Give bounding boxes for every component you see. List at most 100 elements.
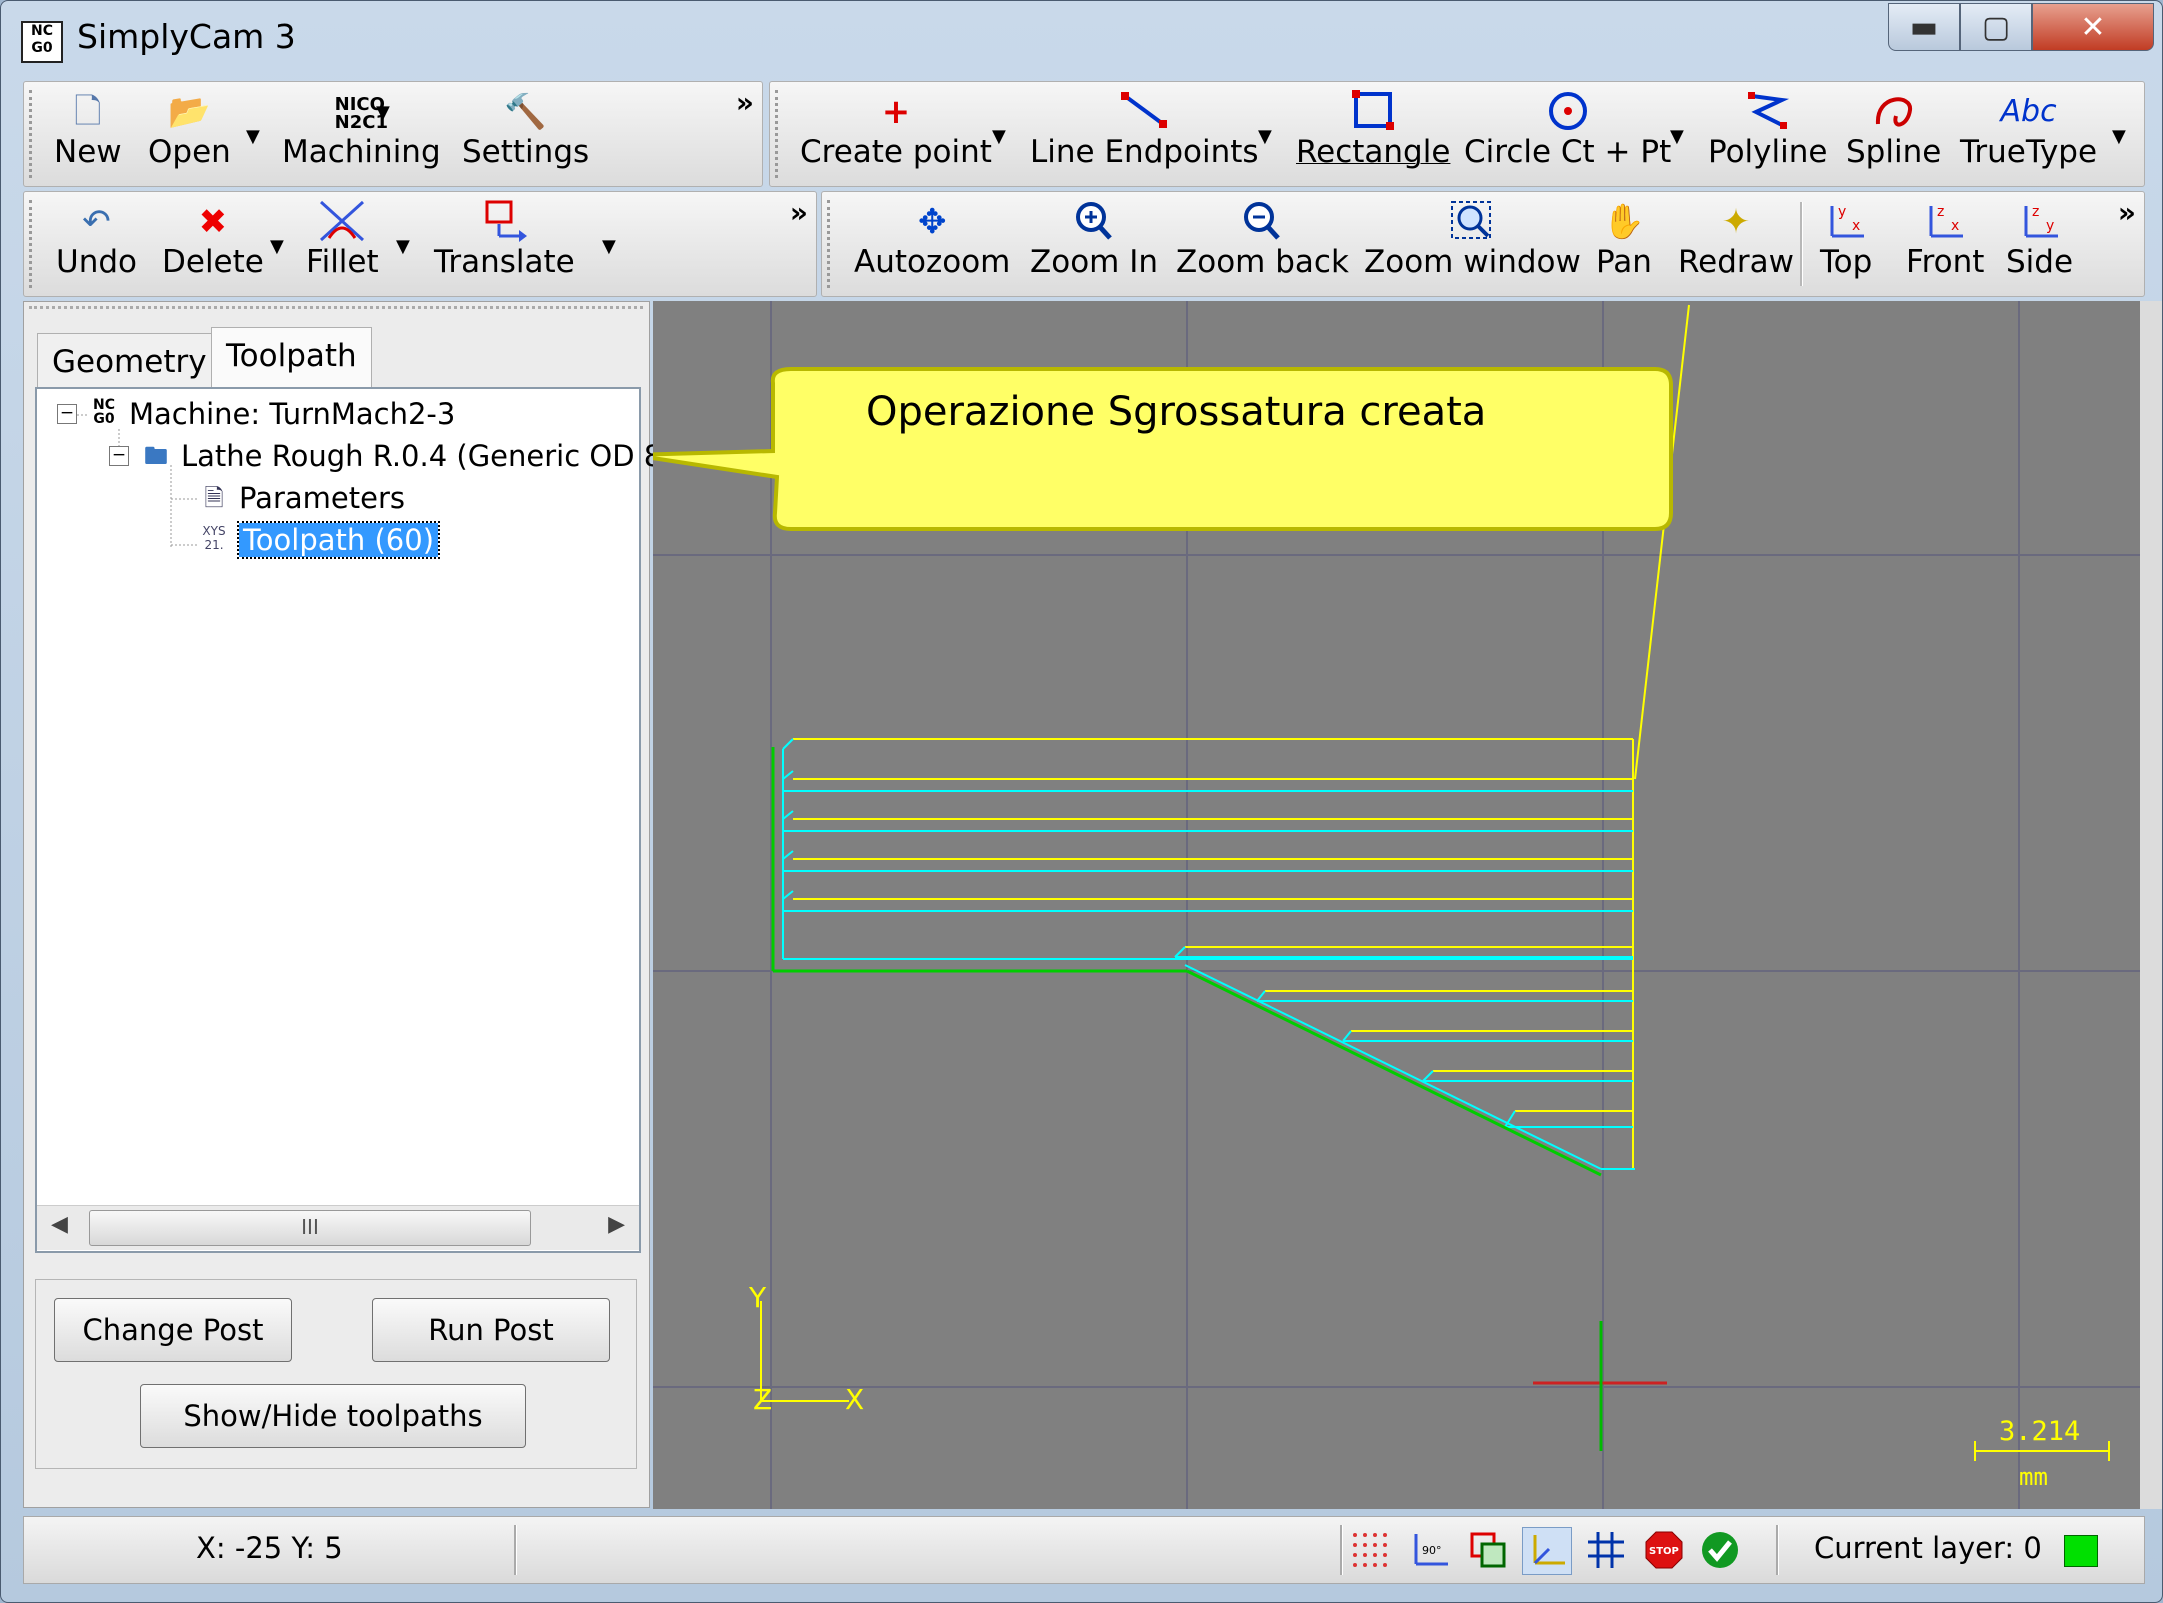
- redraw-button[interactable]: ✦ Redraw: [1678, 200, 1794, 280]
- stop-icon[interactable]: STOP: [1640, 1527, 1688, 1573]
- close-button[interactable]: ✕: [2032, 3, 2154, 51]
- layer-color-swatch[interactable]: [2064, 1535, 2098, 1567]
- side-view-axes-icon: zy: [2018, 200, 2062, 244]
- circle-dropdown-arrow[interactable]: ▼: [1670, 126, 1684, 147]
- open-button[interactable]: 📂 Open: [148, 90, 231, 170]
- scroll-right-icon[interactable]: ▶: [608, 1212, 625, 1237]
- callout-message: Operazione Sgrossatura creata: [866, 389, 1487, 435]
- toolbar-grip[interactable]: [29, 90, 37, 178]
- fillet-dropdown-arrow[interactable]: ▼: [396, 236, 410, 257]
- minimize-button[interactable]: ▬: [1888, 3, 1960, 51]
- cursor-coordinates: X: -25 Y: 5: [196, 1531, 343, 1565]
- autozoom-button[interactable]: ✥ Autozoom: [854, 200, 1010, 280]
- ortho-angle-icon[interactable]: 90°: [1406, 1527, 1454, 1573]
- zoom-in-button[interactable]: Zoom In: [1030, 200, 1158, 280]
- delete-button[interactable]: ✖ Delete: [162, 200, 264, 280]
- hand-icon: ✋: [1602, 202, 1646, 242]
- create-point-button[interactable]: + Create point: [800, 90, 992, 170]
- toolbar-grip[interactable]: [29, 200, 37, 288]
- svg-text:x: x: [1852, 218, 1860, 234]
- show-hide-toolpaths-button[interactable]: Show/Hide toolpaths: [140, 1384, 526, 1448]
- settings-button[interactable]: 🔨 Settings: [462, 90, 589, 170]
- toolpath-tree[interactable]: − NC G0 Machine: TurnMach2-3 − 🖿 Lathe Ro…: [35, 387, 662, 1253]
- machining-button[interactable]: NICO N2C1 Machining: [282, 90, 441, 171]
- delete-dropdown-arrow[interactable]: ▼: [270, 236, 284, 257]
- translate-button[interactable]: Translate: [434, 200, 575, 280]
- check-ok-icon[interactable]: [1696, 1527, 1744, 1573]
- spline-button[interactable]: Spline: [1846, 90, 1941, 170]
- grid-icon[interactable]: [1582, 1527, 1630, 1573]
- delete-x-icon: ✖: [198, 202, 228, 242]
- collapse-icon[interactable]: −: [109, 446, 129, 466]
- post-buttons-panel: Change Post Run Post Show/Hide toolpaths: [35, 1279, 637, 1469]
- tree-horizontal-scrollbar[interactable]: ◀ III ▶: [37, 1205, 639, 1250]
- machine-icon: NC G0: [93, 397, 115, 427]
- title-bar[interactable]: NC G0 SimplyCam 3 ▬ ▢ ✕: [1, 1, 2162, 75]
- line-dropdown-arrow[interactable]: ▼: [1258, 126, 1272, 147]
- toolbar-overflow-button[interactable]: »: [736, 86, 754, 119]
- zoom-window-icon: [1450, 200, 1494, 244]
- new-button[interactable]: 🗋 New: [54, 90, 122, 170]
- file-toolbar: » 🗋 New 📂 Open ▼ NICO N2C1 Machining ▼ 🔨 …: [23, 81, 763, 187]
- layers-icon[interactable]: [1464, 1527, 1512, 1573]
- fillet-button[interactable]: Fillet: [306, 200, 379, 280]
- viewport-canvas: [653, 301, 2140, 1509]
- current-layer-label: Current layer: 0: [1814, 1531, 2042, 1565]
- translate-dropdown-arrow[interactable]: ▼: [602, 236, 616, 257]
- main-window: NC G0 SimplyCam 3 ▬ ▢ ✕ » 🗋 New 📂 Open ▼ …: [0, 0, 2163, 1603]
- maximize-button[interactable]: ▢: [1960, 3, 2032, 51]
- circle-button[interactable]: Circle Ct + Pt: [1464, 90, 1671, 170]
- zoom-back-button[interactable]: Zoom back: [1176, 200, 1349, 280]
- draw-toolbar: + Create point ▼ Line Endpoints ▼ Rectan…: [769, 81, 2145, 187]
- tree-node-parameters[interactable]: 🗎 Parameters: [197, 481, 405, 515]
- fillet-icon: [319, 200, 365, 244]
- scroll-left-icon[interactable]: ◀: [51, 1212, 68, 1237]
- scale-unit: mm: [2019, 1463, 2048, 1491]
- maximize-icon: ▢: [1981, 9, 2011, 45]
- close-icon: ✕: [2080, 9, 2106, 45]
- axes-toggle-icon[interactable]: [1522, 1527, 1572, 1575]
- rectangle-button[interactable]: Rectangle: [1296, 90, 1450, 170]
- svg-text:y: y: [1838, 204, 1846, 220]
- change-post-button[interactable]: Change Post: [54, 1298, 292, 1362]
- front-view-axes-icon: zx: [1923, 200, 1967, 244]
- svg-text:90°: 90°: [1422, 1544, 1442, 1557]
- polyline-icon: [1746, 90, 1790, 134]
- top-view-button[interactable]: yx Top: [1820, 200, 1872, 280]
- line-endpoints-button[interactable]: Line Endpoints: [1030, 90, 1259, 170]
- toolbar-overflow-button[interactable]: »: [790, 196, 808, 229]
- toolbar-grip[interactable]: [827, 200, 835, 288]
- tree-node-operation[interactable]: − 🖿 Lathe Rough R.0.4 (Generic OD 8: [109, 439, 662, 473]
- open-dropdown-arrow[interactable]: ▼: [246, 126, 260, 147]
- truetype-dropdown-arrow[interactable]: ▼: [2112, 126, 2126, 147]
- create-point-dropdown-arrow[interactable]: ▼: [992, 126, 1006, 147]
- hammer-icon: 🔨: [504, 92, 547, 132]
- tree-node-toolpath[interactable]: XYS 21. Toolpath (60): [197, 521, 441, 559]
- panel-grip[interactable]: [29, 306, 643, 314]
- folder-icon: 🖿: [144, 442, 168, 470]
- collapse-icon[interactable]: −: [57, 404, 77, 424]
- toolbar-overflow-button[interactable]: »: [2118, 196, 2136, 229]
- tree-node-machine[interactable]: − NC G0 Machine: TurnMach2-3: [57, 397, 455, 431]
- scale-value: 3.214: [1999, 1416, 2081, 1447]
- nc-program-icon: NC G0: [21, 21, 63, 63]
- cad-viewport[interactable]: Y Z X: [653, 301, 2140, 1509]
- tab-toolpath[interactable]: Toolpath: [211, 327, 372, 390]
- side-view-button[interactable]: zy Side: [2006, 200, 2073, 280]
- status-separator: [514, 1525, 517, 1575]
- snap-grid-dots-icon[interactable]: [1346, 1527, 1394, 1573]
- undo-button[interactable]: ↶ Undo: [56, 200, 137, 280]
- point-plus-icon: +: [881, 92, 911, 132]
- tab-geometry[interactable]: Geometry: [37, 333, 222, 390]
- svg-text:x: x: [1951, 218, 1959, 234]
- zoom-window-button[interactable]: Zoom window: [1364, 200, 1581, 280]
- scroll-thumb[interactable]: III: [89, 1210, 531, 1246]
- pan-button[interactable]: ✋ Pan: [1596, 200, 1652, 280]
- truetype-button[interactable]: Abc TrueType: [1960, 90, 2097, 170]
- toolbar-grip[interactable]: [775, 90, 783, 178]
- truetype-icon: Abc: [2000, 94, 2057, 129]
- polyline-button[interactable]: Polyline: [1708, 90, 1827, 170]
- run-post-button[interactable]: Run Post: [372, 1298, 610, 1362]
- front-view-button[interactable]: zx Front: [1906, 200, 1984, 280]
- machining-dropdown-arrow[interactable]: ▼: [376, 102, 390, 123]
